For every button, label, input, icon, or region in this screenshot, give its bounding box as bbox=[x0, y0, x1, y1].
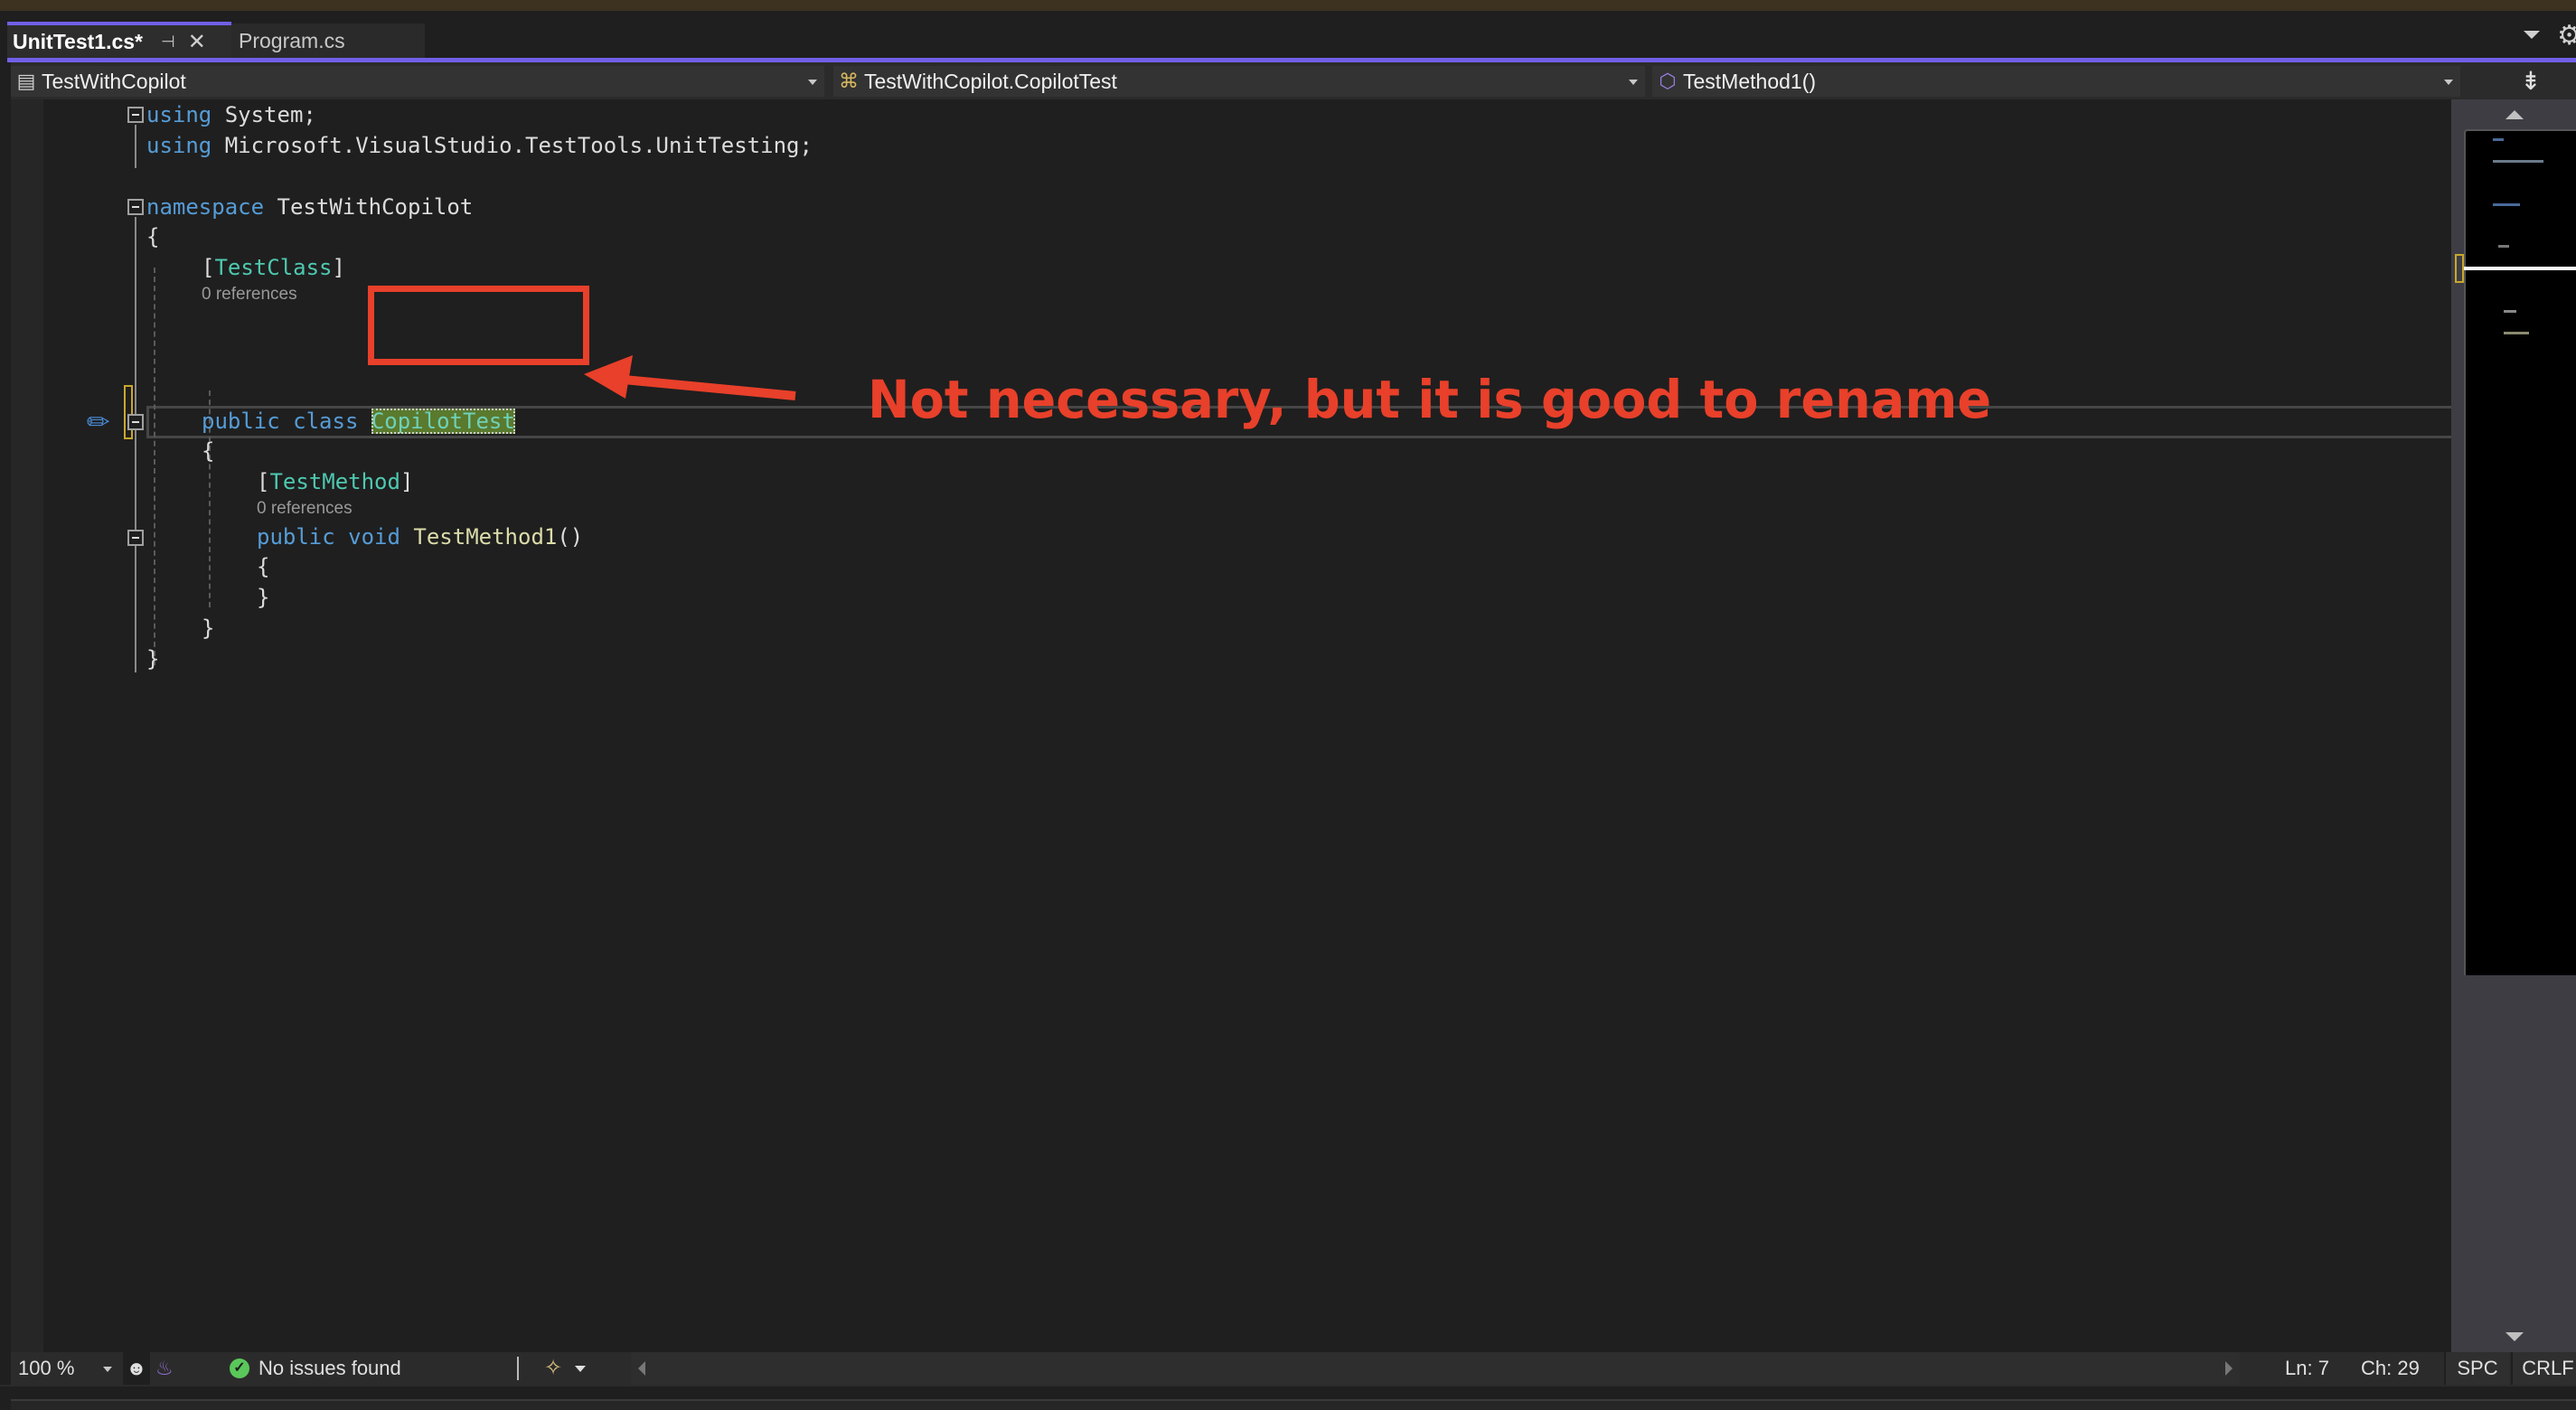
check-circle-icon: ✓ bbox=[230, 1358, 249, 1378]
scroll-up-icon[interactable] bbox=[2505, 110, 2524, 119]
code-minimap[interactable] bbox=[2455, 129, 2576, 975]
issues-status[interactable]: No issues found bbox=[259, 1352, 401, 1385]
editor-status-bar: 100 % ☻ ♨ ✓ No issues found ✧ Ln: 7 Ch: … bbox=[11, 1352, 2576, 1385]
chevron-down-icon bbox=[103, 1367, 112, 1372]
chevron-down-icon[interactable] bbox=[575, 1366, 586, 1372]
status-separator bbox=[517, 1357, 519, 1380]
scroll-left-icon[interactable] bbox=[638, 1361, 645, 1376]
minimap-line bbox=[2504, 310, 2516, 313]
intellicode-icon[interactable]: ♨ bbox=[155, 1352, 181, 1385]
indent-mode[interactable]: SPC bbox=[2444, 1352, 2509, 1385]
zoom-level-dropdown[interactable]: 100 % bbox=[11, 1352, 119, 1385]
line-ending[interactable]: CRLF bbox=[2511, 1352, 2576, 1385]
minimap-line bbox=[2493, 138, 2504, 141]
line-number[interactable]: Ln: 7 bbox=[2285, 1352, 2329, 1385]
annotation-arrow-shaft bbox=[623, 375, 796, 400]
code-cleanup-brush-icon[interactable]: ✧ bbox=[544, 1352, 562, 1385]
scroll-right-icon[interactable] bbox=[2225, 1361, 2233, 1376]
horizontal-scrollbar[interactable] bbox=[631, 1352, 2240, 1385]
char-position[interactable]: Ch: 29 bbox=[2361, 1352, 2420, 1385]
minimap-line bbox=[2493, 203, 2520, 206]
annotation-text: Not necessary, but it is good to rename bbox=[868, 369, 1992, 430]
minimap-change-marker bbox=[2455, 254, 2464, 283]
minimap-line bbox=[2504, 332, 2529, 334]
copilot-icon[interactable]: ☻ bbox=[123, 1352, 150, 1385]
annotation-arrow bbox=[584, 355, 796, 400]
minimap-line bbox=[2498, 245, 2509, 248]
annotation-arrow-head bbox=[584, 355, 633, 399]
minimap-line bbox=[2493, 160, 2543, 163]
minimap-viewport-indicator[interactable] bbox=[2464, 267, 2576, 270]
bottom-panel-edge bbox=[11, 1399, 2576, 1410]
scroll-down-icon[interactable] bbox=[2505, 1332, 2524, 1341]
zoom-level: 100 % bbox=[18, 1357, 75, 1379]
